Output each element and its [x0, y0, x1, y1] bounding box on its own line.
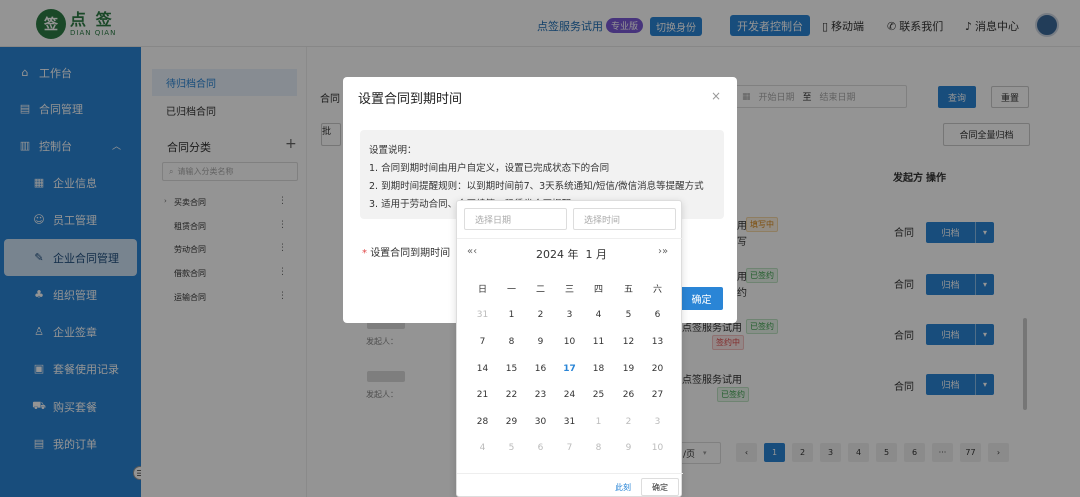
- calendar-day[interactable]: 31: [555, 417, 584, 427]
- close-icon[interactable]: ×: [711, 89, 721, 103]
- divider: [457, 238, 683, 239]
- calendar-day[interactable]: 5: [497, 443, 526, 453]
- calendar-day[interactable]: 4: [468, 443, 497, 453]
- calendar-day[interactable]: 10: [555, 337, 584, 347]
- calendar-day[interactable]: 25: [584, 390, 613, 400]
- calendar-day[interactable]: 9: [526, 337, 555, 347]
- date-input[interactable]: 选择日期: [464, 208, 567, 230]
- time-input[interactable]: 选择时间: [573, 208, 676, 230]
- weekday-header: 一: [506, 285, 516, 295]
- calendar-day[interactable]: 24: [555, 390, 584, 400]
- calendar-day[interactable]: 29: [497, 417, 526, 427]
- weekday-header: 六: [652, 285, 662, 295]
- calendar-day[interactable]: 7: [468, 337, 497, 347]
- calendar-day[interactable]: 11: [584, 337, 613, 347]
- calendar-day[interactable]: 3: [643, 417, 672, 427]
- note-title: 设置说明：: [369, 145, 417, 156]
- calendar-day[interactable]: 31: [468, 310, 497, 320]
- calendar-day[interactable]: 28: [468, 417, 497, 427]
- weekday-header: 三: [564, 285, 574, 295]
- weekday-header: 四: [593, 285, 603, 295]
- calendar-day[interactable]: 10: [643, 443, 672, 453]
- calendar-day[interactable]: 19: [614, 364, 643, 374]
- calendar-day[interactable]: 22: [497, 390, 526, 400]
- calendar-header: 2024 年 1 月: [536, 246, 607, 262]
- calendar-day[interactable]: 21: [468, 390, 497, 400]
- expiry-field-text: 设置合同到期时间: [370, 248, 451, 259]
- calendar-day[interactable]: 5: [614, 310, 643, 320]
- calendar-day[interactable]: 15: [497, 364, 526, 374]
- calendar-day[interactable]: 1: [497, 310, 526, 320]
- dialog-title: 设置合同到期时间: [358, 92, 463, 107]
- now-button[interactable]: 此刻: [615, 482, 631, 493]
- note-line: 2. 到期时间提醒规则：以到期时间前7、3天系统通知/短信/微信消息等提醒方式: [369, 181, 704, 192]
- calendar-day[interactable]: 9: [614, 443, 643, 453]
- calendar-day[interactable]: 2: [614, 417, 643, 427]
- expiry-field-label: * 设置合同到期时间: [362, 248, 451, 259]
- calendar-day[interactable]: 18: [584, 364, 613, 374]
- calendar-day[interactable]: 26: [614, 390, 643, 400]
- next-month-year-icon[interactable]: ›»: [658, 246, 668, 257]
- weekday-header: 日: [477, 285, 487, 295]
- calendar-day[interactable]: 13: [643, 337, 672, 347]
- calendar-day[interactable]: 4: [584, 310, 613, 320]
- calendar-day[interactable]: 14: [468, 364, 497, 374]
- confirm-button[interactable]: 确定: [680, 287, 723, 310]
- calendar-day[interactable]: 17: [555, 364, 584, 374]
- year-label[interactable]: 2024 年: [536, 248, 579, 261]
- calendar-day[interactable]: 12: [614, 337, 643, 347]
- month-label[interactable]: 1 月: [586, 248, 608, 261]
- weekday-header: 二: [535, 285, 545, 295]
- note-line: 1. 合同到期时间由用户自定义，设置已完成状态下的合同: [369, 163, 610, 174]
- calendar-day[interactable]: 16: [526, 364, 555, 374]
- prev-year-month-icon[interactable]: «‹: [467, 246, 477, 257]
- calendar-day[interactable]: 6: [526, 443, 555, 453]
- calendar-day[interactable]: 2: [526, 310, 555, 320]
- calendar-day[interactable]: 20: [643, 364, 672, 374]
- calendar-day[interactable]: 8: [497, 337, 526, 347]
- divider: [457, 473, 683, 474]
- date-picker-popup: 选择日期 选择时间 «‹ 2024 年 1 月 ›» 日一二三四五六 31 1 2 3 4…: [456, 200, 683, 497]
- calendar-day[interactable]: 23: [526, 390, 555, 400]
- calendar-day[interactable]: 7: [555, 443, 584, 453]
- calendar-day[interactable]: 6: [643, 310, 672, 320]
- calendar-day[interactable]: 30: [526, 417, 555, 427]
- calendar-day[interactable]: 27: [643, 390, 672, 400]
- calendar-day[interactable]: 3: [555, 310, 584, 320]
- picker-ok-button[interactable]: 确定: [641, 478, 679, 496]
- weekday-header: 五: [623, 285, 633, 295]
- calendar-day[interactable]: 8: [584, 443, 613, 453]
- calendar-day[interactable]: 1: [584, 417, 613, 427]
